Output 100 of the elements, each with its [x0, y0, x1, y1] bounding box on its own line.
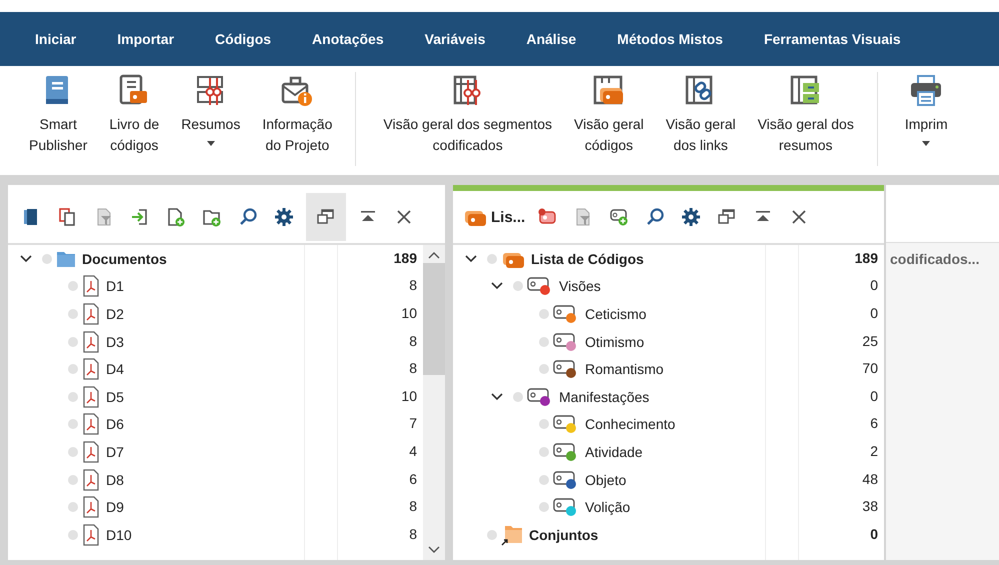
tree-item[interactable]: D6 [106, 416, 124, 432]
count-text: 10 [401, 304, 417, 321]
menu-tab[interactable]: Iniciar [22, 25, 90, 53]
dot-icon [539, 474, 549, 485]
tree-item[interactable]: D7 [106, 444, 124, 460]
tree-item[interactable]: Atividade [585, 444, 643, 460]
search-icon [238, 207, 258, 227]
pdf-file-icon [82, 413, 100, 436]
dot-icon [68, 530, 78, 540]
count-text: 8 [409, 498, 417, 514]
settings-icon [274, 207, 294, 227]
dot-icon [68, 474, 78, 485]
ribbon-button[interactable]: Visão geral dos links [656, 72, 745, 158]
ribbon-button[interactable]: Imprim [896, 72, 957, 148]
dot-icon [68, 281, 78, 292]
dot-icon [68, 308, 78, 319]
ribbon-button[interactable]: Visão geral dos resumos [748, 72, 863, 158]
settings-icon [681, 207, 702, 227]
count-text: 6 [409, 470, 417, 487]
menu-tab[interactable]: Variáveis [412, 25, 498, 53]
dot-icon [68, 364, 78, 374]
pdf-file-icon [82, 440, 100, 463]
tree-item[interactable]: Visões [559, 278, 601, 294]
new-document-icon [166, 207, 186, 227]
count-text: 38 [862, 498, 878, 514]
toolbar-button[interactable] [306, 193, 346, 241]
folder-icon [56, 250, 76, 268]
dot-icon [487, 254, 497, 264]
tree-item[interactable]: Conjuntos [529, 526, 598, 543]
menu-tab[interactable]: Análise [513, 25, 590, 53]
count-text: 4 [409, 442, 417, 459]
count-text: 8 [409, 332, 417, 349]
tree-item[interactable]: Romantismo [585, 361, 664, 378]
count-text: 6 [870, 415, 878, 432]
new-folder-icon [202, 207, 222, 227]
tree-item[interactable]: Objeto [585, 472, 626, 488]
pdf-file-icon [82, 302, 100, 325]
tree-item[interactable]: Manifestações [559, 388, 650, 405]
tree-item[interactable]: D9 [106, 499, 124, 516]
tree-item[interactable]: D2 [106, 306, 124, 322]
pdf-file-icon [82, 330, 100, 353]
ribbon-button[interactable]: Livro de códigos [100, 72, 168, 158]
count-text: 8 [409, 526, 417, 542]
dot-icon [68, 336, 78, 347]
ribbon-button[interactable]: Informação do Projeto [253, 72, 342, 158]
dot-icon [539, 446, 549, 457]
ribbon-button[interactable]: Smart Publisher [20, 72, 96, 158]
scroll-up-icon [428, 251, 440, 259]
dot-icon [42, 254, 52, 264]
pdf-file-icon [82, 358, 100, 380]
scroll-thumb[interactable] [423, 263, 445, 375]
count-text: 0 [870, 388, 878, 404]
ribbon-button[interactable]: Resumos [172, 72, 250, 158]
dot-icon [513, 281, 523, 292]
new-code-icon [609, 207, 630, 227]
dot-icon [539, 502, 549, 512]
tree-item[interactable]: D4 [106, 361, 124, 378]
tree-item[interactable]: Conhecimento [585, 416, 676, 432]
tree-item[interactable]: D5 [106, 388, 124, 405]
tree-item[interactable]: D3 [106, 334, 124, 350]
pdf-file-icon [82, 468, 100, 491]
dot-icon [539, 308, 549, 319]
folder-shortcut-icon [501, 524, 523, 546]
tree-item[interactable]: Lista de Códigos [531, 250, 644, 267]
count-text: 7 [409, 415, 417, 432]
tree-item[interactable]: D1 [106, 278, 124, 294]
scroll-down-icon [428, 546, 440, 554]
tree-item[interactable]: D10 [106, 526, 132, 543]
dot-icon [68, 419, 78, 430]
dot-icon [487, 530, 497, 540]
scrollbar[interactable] [423, 245, 445, 560]
menu-tab[interactable]: Anotações [299, 25, 397, 53]
count-text: 189 [394, 250, 417, 266]
tree-item[interactable]: D8 [106, 472, 124, 488]
menu-tab[interactable]: Códigos [202, 25, 284, 53]
menu-tab[interactable]: Métodos Mistos [604, 25, 736, 53]
tree-item[interactable]: Volição [585, 499, 630, 516]
tree-item[interactable]: Ceticismo [585, 306, 646, 322]
count-text: 0 [870, 526, 878, 542]
dot-icon [539, 336, 549, 347]
menu-tab[interactable]: Importar [104, 25, 188, 53]
windows-icon [316, 207, 336, 227]
count-text: 70 [862, 360, 878, 376]
count-text: 48 [862, 470, 878, 487]
briefcase-info-icon [280, 74, 314, 108]
pdf-file-icon [82, 524, 100, 546]
dot-icon [68, 392, 78, 402]
search-icon [645, 207, 666, 227]
tree-item[interactable]: Documentos [82, 250, 167, 267]
pdf-file-icon [82, 386, 100, 408]
count-text: 0 [870, 277, 878, 294]
copy-icon [58, 207, 78, 227]
menu-tab[interactable]: Ferramentas Visuais [750, 25, 914, 53]
dot-icon [68, 502, 78, 512]
tree-item[interactable]: Otimismo [585, 334, 644, 350]
ribbon-button[interactable]: Visão geral códigos [565, 72, 653, 158]
ribbon-button[interactable]: Visão geral dos segmentos codificados [374, 72, 561, 158]
count-text: 8 [409, 277, 417, 294]
import-icon [130, 207, 150, 227]
pdf-file-icon [82, 275, 100, 298]
